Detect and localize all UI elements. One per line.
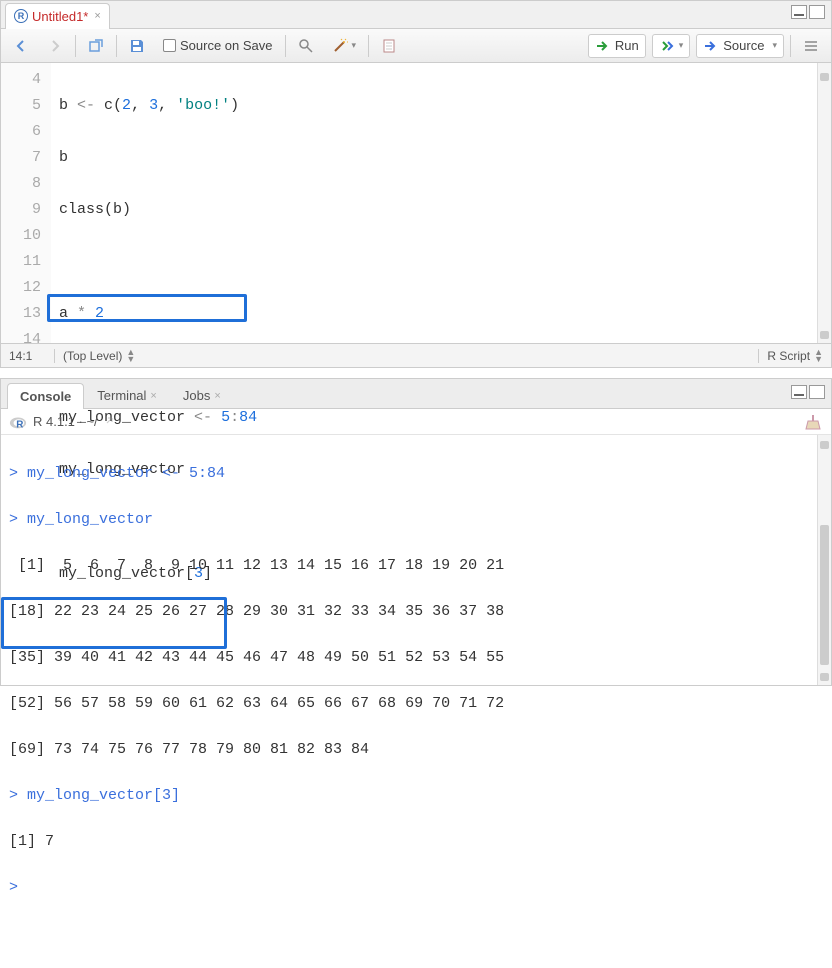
pane-maximize-icon[interactable] — [809, 5, 825, 19]
run-label: Run — [615, 38, 639, 53]
code-text[interactable]: b <- c(2, 3, 'boo!') b class(b) a * 2 my… — [51, 63, 817, 343]
toolbar-separator — [790, 35, 791, 57]
back-button[interactable] — [7, 35, 35, 57]
r-logo-icon: R — [9, 413, 27, 431]
console-line: [1] 7 — [9, 830, 809, 853]
editor-area[interactable]: 4 5 6 7 8 9 10 11 12 13 14 b <- c(2, 3, … — [1, 63, 831, 343]
dropdown-caret-icon: ▾ — [352, 40, 357, 51]
code-line: a * 2 — [59, 301, 817, 327]
rerun-button[interactable]: ▾ — [652, 34, 691, 58]
pane-minimize-icon[interactable] — [791, 5, 807, 19]
line-gutter: 4 5 6 7 8 9 10 11 12 13 14 — [1, 63, 51, 343]
line-number: 11 — [1, 249, 41, 275]
console-line: > — [9, 876, 809, 899]
source-pane: R Untitled1* × — [0, 0, 832, 368]
dropdown-caret-icon: ▾ — [679, 40, 684, 51]
toolbar-separator — [75, 35, 76, 57]
code-line: b <- c(2, 3, 'boo!') — [59, 93, 817, 119]
code-line: class(b) — [59, 197, 817, 223]
dropdown-caret-icon: ▾ — [772, 40, 777, 51]
console-line: > my_long_vector[3] — [9, 784, 809, 807]
code-line: b — [59, 145, 817, 171]
show-in-new-window-button[interactable] — [82, 35, 110, 57]
toolbar-separator — [368, 35, 369, 57]
tab-terminal[interactable]: Terminal× — [84, 382, 170, 408]
line-number: 14 — [1, 327, 41, 353]
save-icon — [129, 38, 145, 54]
run-arrow-icon — [595, 38, 611, 54]
close-icon[interactable]: × — [150, 390, 156, 402]
console-tab-bar: Console Terminal× Jobs× — [1, 379, 831, 409]
close-tab-icon[interactable]: × — [94, 10, 100, 22]
rerun-icon — [659, 38, 675, 54]
close-icon[interactable]: × — [214, 390, 220, 402]
code-tools-button[interactable]: ▾ — [326, 35, 363, 57]
search-icon — [298, 38, 314, 54]
outline-button[interactable] — [797, 35, 825, 57]
line-number: 7 — [1, 145, 41, 171]
file-tab-label: Untitled1* — [32, 9, 88, 24]
console-line: [35] 39 40 41 42 43 44 45 46 47 48 49 50… — [9, 646, 809, 669]
line-number: 13 — [1, 301, 41, 327]
line-number: 10 — [1, 223, 41, 249]
outline-icon — [803, 38, 819, 54]
source-on-save-label: Source on Save — [180, 38, 273, 53]
console-scrollbar[interactable] — [817, 435, 831, 685]
code-line — [59, 249, 817, 275]
console-output[interactable]: > my_long_vector <- 5:84 > my_long_vecto… — [1, 435, 817, 685]
find-button[interactable] — [292, 35, 320, 57]
toolbar-separator — [285, 35, 286, 57]
line-number: 4 — [1, 67, 41, 93]
source-button[interactable]: Source ▾ — [696, 34, 784, 58]
save-button[interactable] — [123, 35, 151, 57]
line-number: 8 — [1, 171, 41, 197]
source-arrow-icon — [703, 38, 719, 54]
r-file-icon: R — [14, 9, 28, 23]
console-line: [52] 56 57 58 59 60 61 62 63 64 65 66 67… — [9, 692, 809, 715]
console-pane: Console Terminal× Jobs× R R 4.1.1 · ~/ >… — [0, 378, 832, 686]
console-line: [1] 5 6 7 8 9 10 11 12 13 14 15 16 17 18… — [9, 554, 809, 577]
line-number: 5 — [1, 93, 41, 119]
console-line: [18] 22 23 24 25 26 27 28 29 30 31 32 33… — [9, 600, 809, 623]
pane-minimize-icon[interactable] — [791, 385, 807, 399]
run-button[interactable]: Run — [588, 34, 646, 58]
notebook-icon — [381, 38, 397, 54]
tab-console[interactable]: Console — [7, 383, 84, 409]
editor-scrollbar[interactable] — [817, 63, 831, 343]
source-label: Source — [723, 38, 764, 53]
pane-window-controls — [791, 5, 825, 19]
arrow-left-icon — [13, 38, 29, 54]
editor-tab-bar: R Untitled1* × — [1, 1, 831, 29]
arrow-right-icon — [47, 38, 63, 54]
code-line — [59, 353, 817, 379]
checkbox-icon — [163, 39, 176, 52]
source-on-save-toggle[interactable]: Source on Save — [157, 35, 279, 56]
line-number: 9 — [1, 197, 41, 223]
console-header: R R 4.1.1 · ~/ — [1, 409, 831, 435]
popout-icon — [88, 38, 104, 54]
line-number: 12 — [1, 275, 41, 301]
console-line: [69] 73 74 75 76 77 78 79 80 81 82 83 84 — [9, 738, 809, 761]
console-line: > my_long_vector — [9, 508, 809, 531]
forward-button[interactable] — [41, 35, 69, 57]
wand-icon — [332, 38, 348, 54]
file-tab-untitled[interactable]: R Untitled1* × — [5, 3, 110, 29]
svg-text:R: R — [16, 419, 23, 430]
console-line: > my_long_vector <- 5:84 — [9, 462, 809, 485]
tab-jobs[interactable]: Jobs× — [170, 382, 234, 408]
pane-maximize-icon[interactable] — [809, 385, 825, 399]
pane-window-controls — [791, 385, 825, 399]
toolbar-separator — [116, 35, 117, 57]
line-number: 6 — [1, 119, 41, 145]
editor-toolbar: Source on Save ▾ Run — [1, 29, 831, 63]
console-header-text: R 4.1.1 · ~/ — [33, 414, 98, 429]
compile-report-button[interactable] — [375, 35, 403, 57]
clear-console-icon[interactable] — [803, 413, 823, 431]
popout-icon[interactable] — [104, 414, 120, 430]
